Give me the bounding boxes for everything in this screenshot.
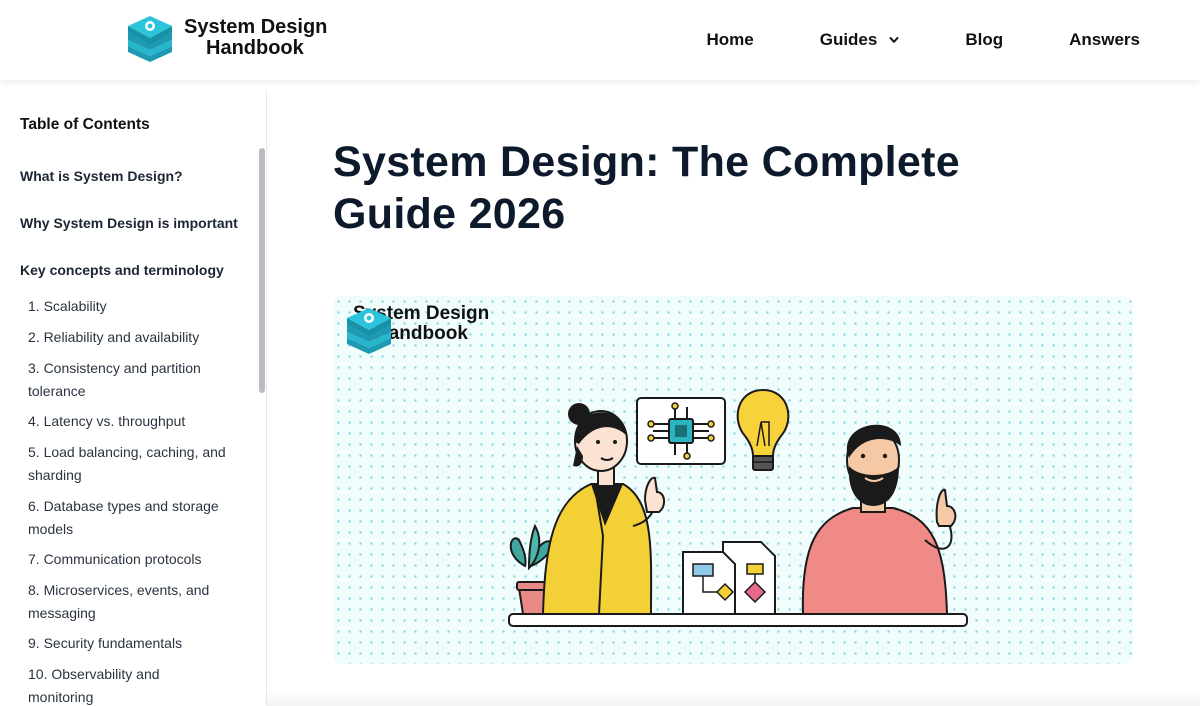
- toc-subitem[interactable]: 10. Observability and monitoring: [28, 663, 228, 706]
- toc-subitem[interactable]: 1. Scalability: [28, 295, 228, 318]
- toc-subitem[interactable]: 3. Consistency and partition tolerance: [28, 357, 228, 403]
- chevron-down-icon: [889, 37, 899, 43]
- brand-line-1: System Design: [184, 16, 328, 38]
- site-header: System Design Handbook Home Guides Blog …: [0, 0, 1200, 80]
- toc-subitem[interactable]: 2. Reliability and availability: [28, 326, 228, 349]
- page-title: System Design: The Complete Guide 2026: [333, 138, 960, 238]
- main-nav: Home Guides Blog Answers: [706, 0, 1140, 80]
- stacked-cube-logo-icon: [128, 16, 172, 62]
- toc-item-key-concepts[interactable]: Key concepts and terminology: [20, 262, 224, 278]
- table-of-contents-sidebar: Table of Contents What is System Design?…: [0, 90, 267, 706]
- brand-logo-link[interactable]: System Design Handbook: [124, 12, 327, 64]
- toc-subitem[interactable]: 4. Latency vs. throughput: [28, 410, 228, 433]
- man-figure-icon: [801, 424, 957, 615]
- brand-line-2: Handbook: [206, 37, 304, 59]
- toc-subitem[interactable]: 5. Load balancing, caching, and sharding: [28, 441, 228, 487]
- brand-name: System Design Handbook: [184, 17, 327, 59]
- people-discussing-illustration: [508, 388, 968, 627]
- nav-guides-label: Guides: [819, 30, 878, 49]
- hero-illustration: System Design Handbook: [333, 296, 1133, 664]
- toc-subitem[interactable]: 8. Microservices, events, and messaging: [28, 579, 228, 625]
- toc-subitem[interactable]: 6. Database types and storage models: [28, 495, 228, 541]
- flowchart-documents-icon: [682, 541, 776, 615]
- toc-item-what-is-system-design[interactable]: What is System Design?: [20, 168, 183, 184]
- sidebar-scrollbar-thumb[interactable]: [259, 148, 265, 393]
- nav-answers-link[interactable]: Answers: [1069, 30, 1140, 50]
- toc-item-why-important[interactable]: Why System Design is important: [20, 215, 238, 231]
- cpu-chip-icon: [636, 397, 726, 465]
- lightbulb-icon: [736, 388, 790, 471]
- toc-subitem[interactable]: 7. Communication protocols: [28, 548, 228, 571]
- nav-home-link[interactable]: Home: [706, 30, 753, 50]
- nav-blog-link[interactable]: Blog: [965, 30, 1003, 50]
- page-bottom-shadow: [267, 690, 1200, 706]
- toc-title: Table of Contents: [20, 116, 150, 133]
- nav-guides-dropdown[interactable]: Guides: [820, 30, 900, 50]
- toc-subitem[interactable]: 9. Security fundamentals: [28, 632, 228, 655]
